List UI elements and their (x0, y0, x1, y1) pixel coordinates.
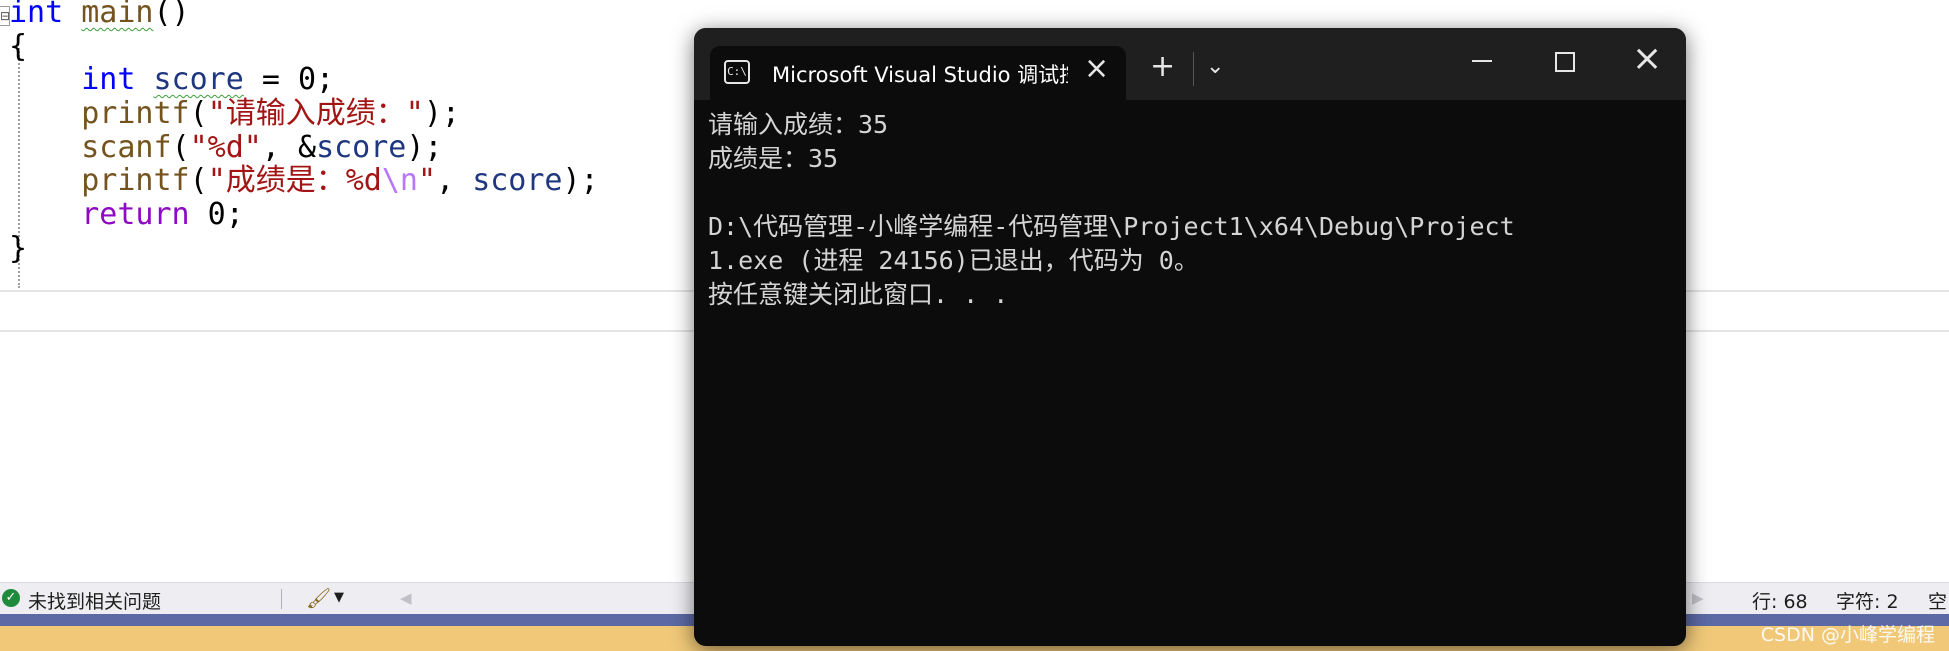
chevron-down-icon[interactable]: ▼ (334, 590, 344, 605)
close-tab-icon[interactable]: × (1084, 53, 1109, 85)
console-line: D:\代码管理-小峰学编程-代码管理\Project1\x64\Debug\Pr… (708, 212, 1515, 241)
cursor-char-indicator[interactable]: 字符: 2 (1836, 587, 1899, 614)
code-token: int (81, 62, 136, 97)
code-token: \n (381, 163, 418, 198)
code-token: "请输入成绩：" (207, 96, 424, 131)
debug-console-window[interactable]: C:\ Microsoft Visual Studio 调试控制台 × + ⌄ … (694, 28, 1686, 646)
console-tab-title: Microsoft Visual Studio 调试控制台 (772, 63, 1068, 87)
code-token: = 0; (243, 62, 335, 97)
status-divider (281, 589, 282, 609)
code-cleanup-brush-icon[interactable]: 🖌 (306, 586, 331, 610)
code-token: , (436, 163, 473, 198)
code-token: ); (562, 163, 599, 198)
console-line: 按任意键关闭此窗口. . . (708, 280, 1009, 309)
code-token: ( (189, 96, 208, 131)
titlebar-divider (1193, 52, 1194, 86)
code-line[interactable]: } (9, 228, 27, 270)
check-circle-icon: ✓ (2, 589, 20, 607)
minimize-icon[interactable] (1472, 60, 1492, 62)
console-line: 请输入成绩：35 (708, 110, 889, 139)
new-tab-plus-icon[interactable]: + (1150, 52, 1175, 82)
code-token: " (418, 163, 437, 198)
code-token: () (153, 0, 190, 30)
code-token: score (153, 62, 244, 97)
cursor-line-indicator[interactable]: 行: 68 (1752, 587, 1808, 614)
console-titlebar[interactable]: C:\ Microsoft Visual Studio 调试控制台 × + ⌄ … (694, 28, 1686, 100)
code-line[interactable]: return 0; (9, 194, 244, 236)
maximize-icon[interactable] (1555, 52, 1575, 72)
chevron-down-icon[interactable]: ⌄ (1206, 54, 1224, 79)
console-line: 成绩是：35 (708, 144, 839, 173)
whitespace-mode-indicator[interactable]: 空 (1928, 587, 1947, 614)
close-window-icon[interactable]: × (1632, 38, 1662, 80)
code-line[interactable]: int main() (9, 0, 190, 34)
code-token: return (81, 197, 190, 232)
code-token: score (472, 163, 563, 198)
scroll-left-icon[interactable]: ◀ (400, 589, 412, 607)
code-token: "成绩是：%d (207, 163, 382, 198)
code-token: 0; (189, 197, 244, 232)
code-token: } (9, 231, 28, 266)
scroll-right-icon[interactable]: ▶ (1692, 589, 1704, 607)
code-token: ( (189, 163, 208, 198)
issues-status[interactable]: 未找到相关问题 (28, 587, 161, 614)
console-tab[interactable]: C:\ Microsoft Visual Studio 调试控制台 × (710, 46, 1126, 100)
terminal-icon: C:\ (724, 60, 750, 84)
watermark: CSDN @小峰学编程 (1760, 624, 1935, 646)
code-token: ); (423, 96, 460, 131)
code-token: printf (81, 96, 190, 131)
console-output[interactable]: 请输入成绩：35 成绩是：35 D:\代码管理-小峰学编程-代码管理\Project… (708, 108, 1678, 312)
console-line: 1.exe (进程 24156)已退出，代码为 0。 (708, 246, 1199, 275)
code-token: printf (81, 163, 190, 198)
code-token: main (81, 0, 154, 30)
